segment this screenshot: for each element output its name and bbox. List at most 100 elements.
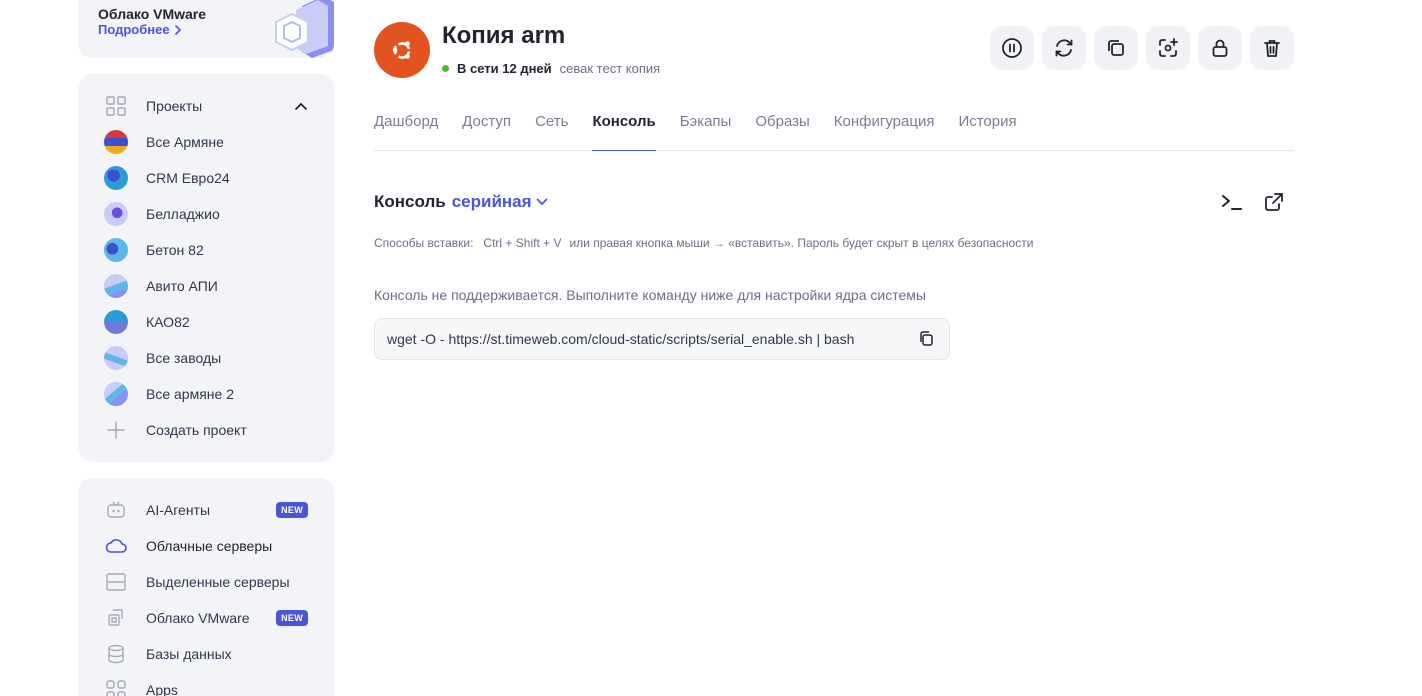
copy-icon (1108, 40, 1124, 56)
console-unsupported-note: Консоль не поддерживается. Выполните ком… (374, 287, 926, 303)
services-nav: AI-Агенты NEW Облачные серверы Выделенны… (78, 478, 334, 696)
chevron-down-icon (536, 198, 547, 206)
project-avatar (104, 382, 128, 406)
clone-button[interactable] (1094, 26, 1138, 70)
projects-header-label: Проекты (146, 98, 203, 114)
console-mode-label: серийная (451, 192, 532, 211)
project-label: Все заводы (146, 350, 222, 366)
promo-title: Облако VMware (98, 6, 207, 22)
tab-network[interactable]: Сеть (535, 108, 568, 151)
copy-icon (920, 331, 933, 346)
grid-icon (104, 94, 128, 118)
external-link-icon (1265, 193, 1283, 211)
project-avatar (104, 130, 128, 154)
project-item-beton-82[interactable]: Бетон 82 (104, 236, 308, 264)
paste-prefix: Способы вставки: (374, 236, 474, 250)
project-item-kao82[interactable]: КАО82 (104, 308, 308, 336)
server-description: севак тест копия (559, 61, 661, 76)
console-title: Консоль (374, 192, 446, 211)
project-label: CRM Евро24 (146, 170, 230, 186)
project-avatar (104, 238, 128, 262)
create-project-button[interactable]: Создать проект (104, 416, 308, 444)
tab-console[interactable]: Консоль (592, 108, 656, 151)
delete-button[interactable] (1250, 26, 1294, 70)
screenshot-add-icon (1159, 38, 1178, 57)
new-badge: NEW (276, 502, 308, 518)
nav-label: Облачные серверы (146, 538, 273, 554)
tab-configuration[interactable]: Конфигурация (834, 108, 935, 151)
project-label: Белладжио (146, 206, 220, 222)
console-tools (1220, 190, 1286, 214)
nav-item-cloud-servers[interactable]: Облачные серверы (104, 532, 308, 560)
server-actions (990, 26, 1294, 70)
projects-header[interactable]: Проекты (104, 92, 308, 120)
reboot-button[interactable] (1042, 26, 1086, 70)
projects-panel: Проекты Все Армяне CRM Евро24 Белладжио … (78, 74, 334, 462)
project-label: Бетон 82 (146, 242, 204, 258)
tab-history[interactable]: История (958, 108, 1016, 151)
project-label: Все Армяне (146, 134, 224, 150)
pause-button[interactable] (990, 26, 1034, 70)
nav-label: Выделенные серверы (146, 574, 290, 590)
online-indicator (442, 65, 449, 72)
refresh-icon (1055, 39, 1073, 57)
nav-label: Облако VMware (146, 610, 250, 626)
trash-icon (1264, 40, 1280, 57)
lock-button[interactable] (1198, 26, 1242, 70)
tab-dashboard[interactable]: Дашборд (374, 108, 438, 151)
project-avatar (104, 346, 128, 370)
robot-icon (104, 498, 128, 522)
pause-icon (1002, 38, 1022, 58)
console-header: Консоль серийная (374, 192, 548, 212)
nav-item-databases[interactable]: Базы данных (104, 640, 308, 668)
tab-backups[interactable]: Бэкапы (680, 108, 732, 151)
vmware-promo-card: Облако VMware Подробнее (78, 0, 334, 58)
chevron-right-icon (174, 24, 181, 35)
command-text[interactable]: wget -O - https://st.timeweb.com/cloud-s… (387, 331, 854, 347)
open-external-button[interactable] (1262, 190, 1286, 214)
paste-help-text: Способы вставки: Ctrl + Shift + V или прав… (374, 236, 1033, 250)
nav-item-apps[interactable]: Apps (104, 676, 308, 696)
promo-link-label: Подробнее (98, 22, 170, 37)
snapshot-button[interactable] (1146, 26, 1190, 70)
tab-images[interactable]: Образы (755, 108, 809, 151)
nav-label: Базы данных (146, 646, 232, 662)
promo-more-link[interactable]: Подробнее (98, 22, 182, 37)
project-item-avito-api[interactable]: Авито АПИ (104, 272, 308, 300)
project-avatar (104, 310, 128, 334)
lock-icon (1212, 39, 1228, 57)
paste-rest: или правая кнопка мыши → «вставить». Пар… (569, 236, 1034, 250)
nav-item-ai-agents[interactable]: AI-Агенты NEW (104, 496, 308, 524)
project-label: Все армяне 2 (146, 386, 234, 402)
project-item-vse-armyane[interactable]: Все Армяне (104, 128, 308, 156)
project-item-belladzhio[interactable]: Белладжио (104, 200, 308, 228)
nav-item-vmware-cloud[interactable]: Облако VMware NEW (104, 604, 308, 632)
console-mode-dropdown[interactable]: серийная (452, 192, 548, 212)
project-avatar (104, 274, 128, 298)
new-badge: NEW (276, 610, 308, 626)
terminal-icon (1222, 195, 1242, 210)
paste-shortcut: Ctrl + Shift + V (483, 236, 562, 250)
project-item-crm-evro24[interactable]: CRM Евро24 (104, 164, 308, 192)
nav-item-dedicated-servers[interactable]: Выделенные серверы (104, 568, 308, 596)
nav-label: Apps (146, 682, 178, 696)
database-icon (104, 642, 128, 666)
apps-icon (104, 678, 128, 696)
create-project-label: Создать проект (146, 422, 247, 438)
copy-command-button[interactable] (915, 328, 937, 350)
ubuntu-os-icon (374, 22, 430, 78)
project-item-vse-armyane-2[interactable]: Все армяне 2 (104, 380, 308, 408)
nav-label: AI-Агенты (146, 502, 211, 518)
project-label: КАО82 (146, 314, 190, 330)
chevron-up-icon[interactable] (294, 101, 308, 111)
server-icon (104, 570, 128, 594)
terminal-button[interactable] (1220, 190, 1244, 214)
project-item-vse-zavody[interactable]: Все заводы (104, 344, 308, 372)
project-avatar (104, 202, 128, 226)
plus-icon (104, 418, 128, 442)
command-box: wget -O - https://st.timeweb.com/cloud-s… (374, 318, 950, 360)
vmware-cube-illustration (275, 0, 334, 58)
project-label: Авито АПИ (146, 278, 218, 294)
tab-access[interactable]: Доступ (462, 108, 511, 151)
server-tabs: Дашборд Доступ Сеть Консоль Бэкапы Образ… (374, 108, 1294, 151)
